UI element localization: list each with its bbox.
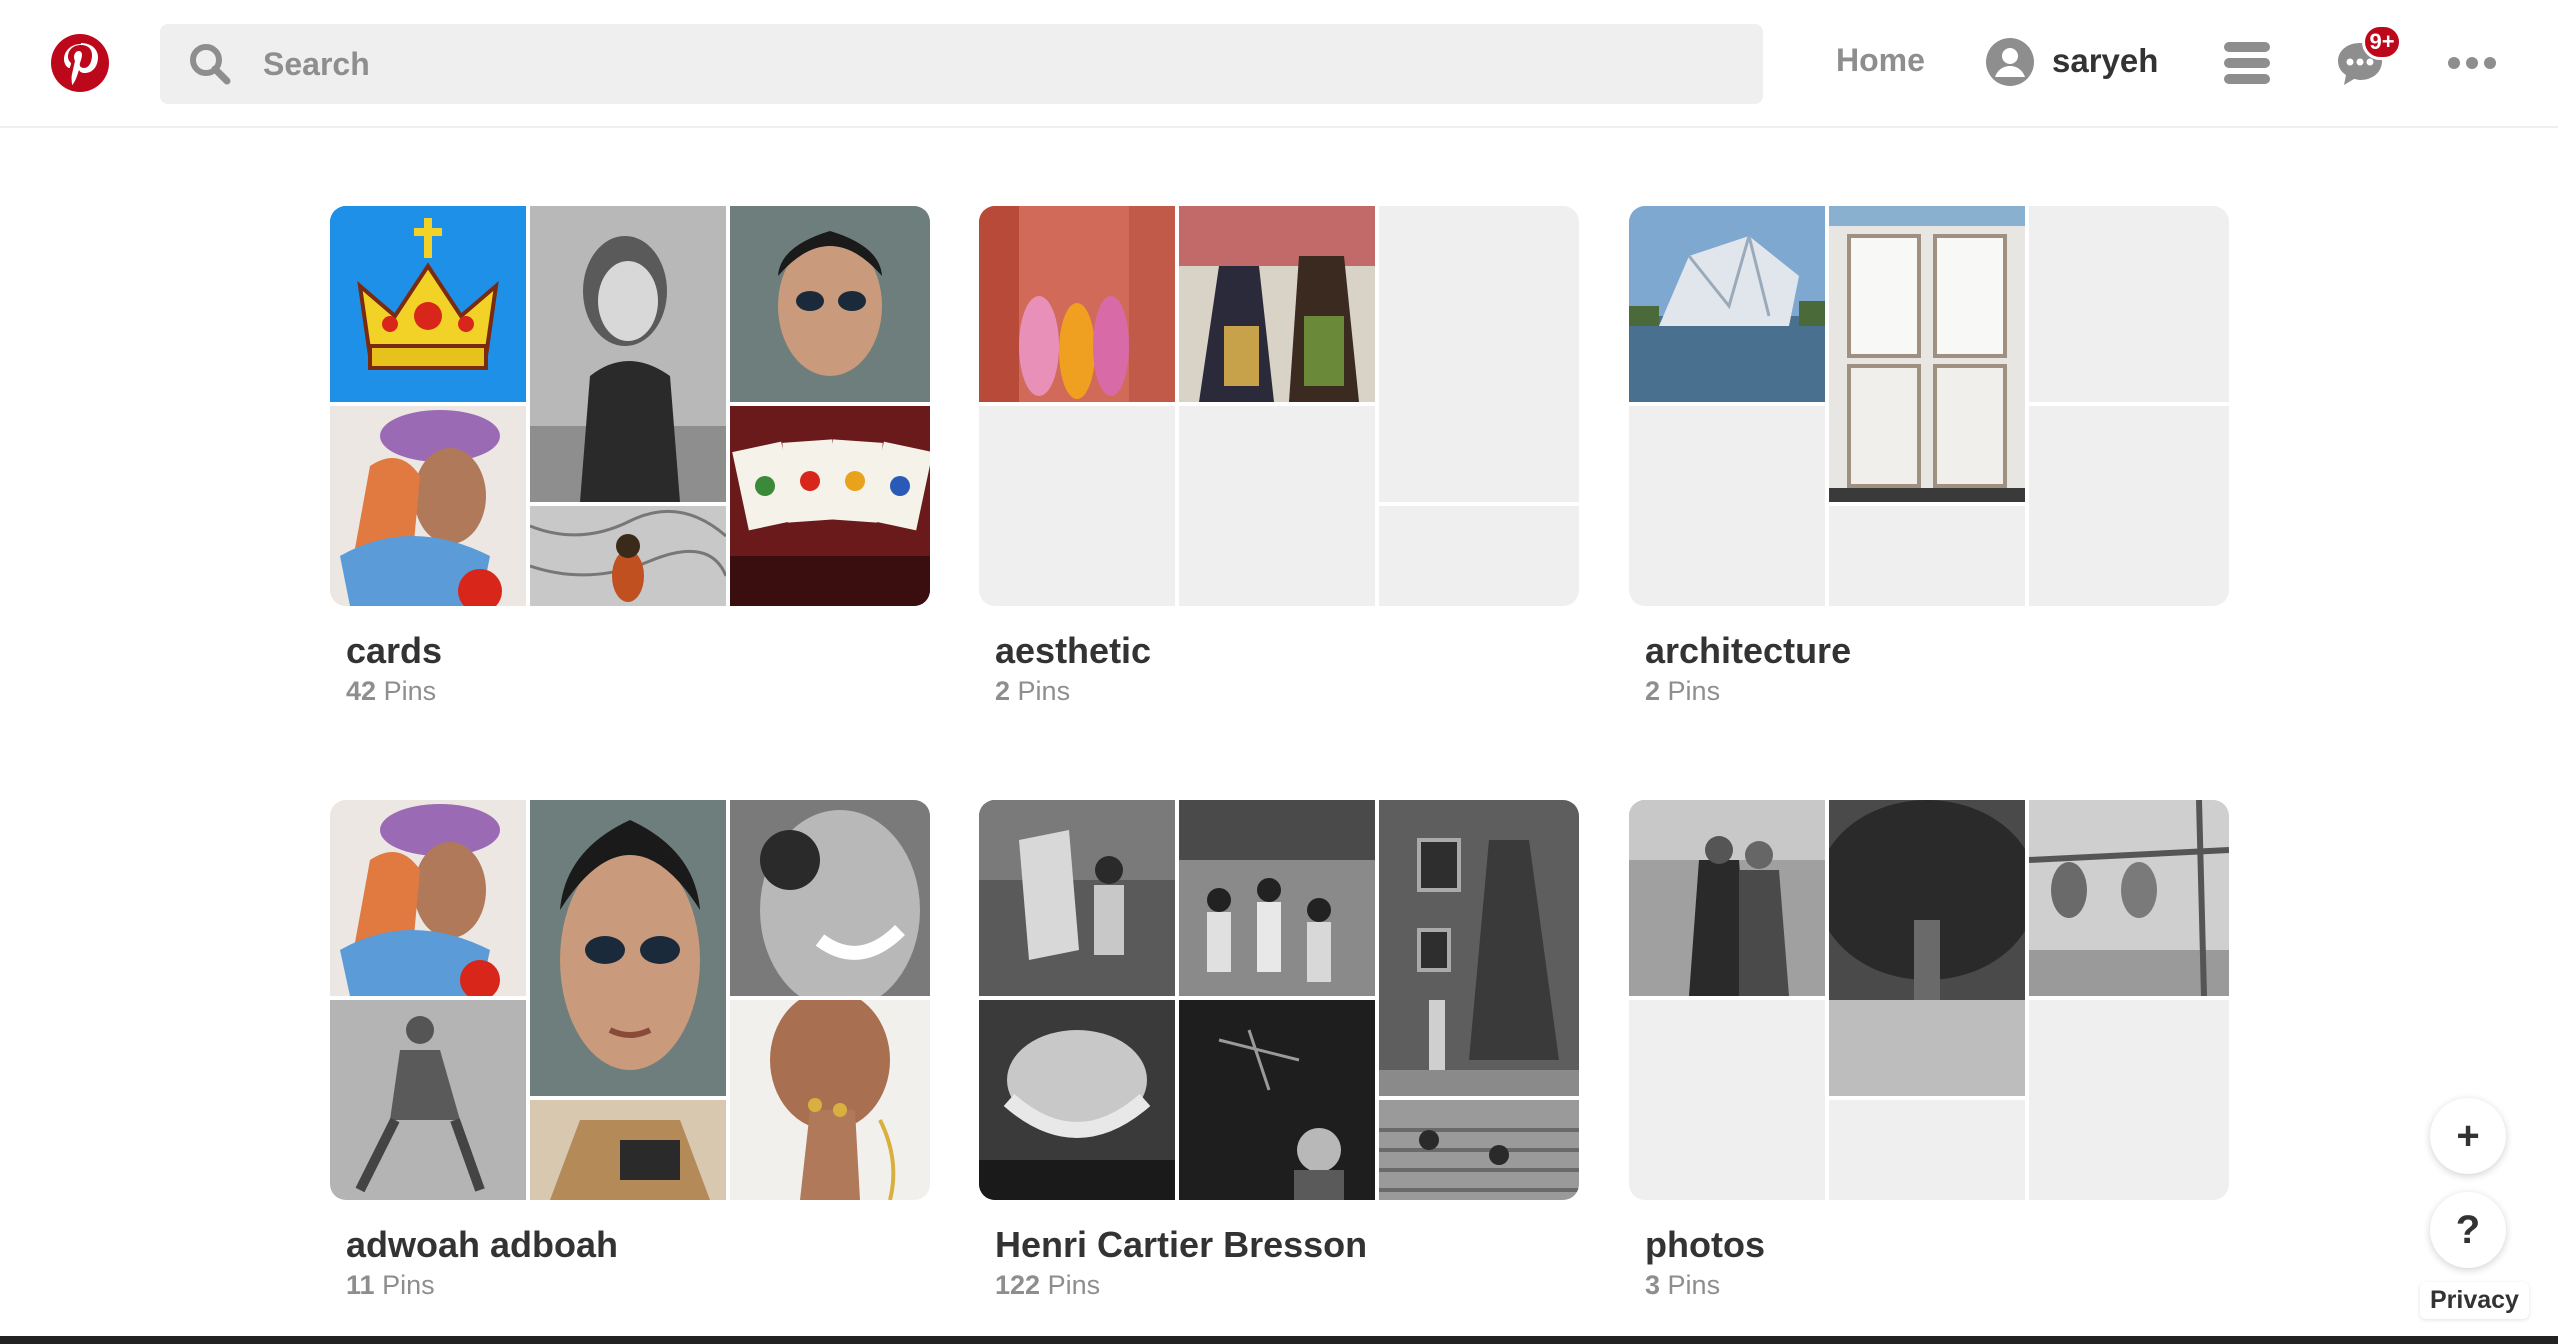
empty-tile [1629,1000,1825,1200]
crown-card-image [330,206,526,402]
bw-stairs-photo-image [1379,1100,1579,1200]
top-navigation-bar: Home saryeh 9+ [0,0,2558,128]
bw-children-photo-image [979,800,1175,996]
bw-museum-photo-image [1379,800,1579,1096]
bw-fence-photo-image [2029,800,2229,996]
board-cover-mosaic[interactable] [330,800,930,1200]
board-pin-count: 2 Pins [995,676,1070,707]
board-title[interactable]: Henri Cartier Bresson [995,1224,1367,1266]
search-bar[interactable] [160,24,1763,104]
empty-tile [1829,506,2025,606]
hand-rings-photo-image [730,1000,930,1200]
board-card-adwoah-adboah[interactable]: adwoah adboah 11 Pins [330,800,930,1300]
board-pin-count: 11 Pins [346,1270,435,1301]
empty-tile [1379,506,1579,606]
model-face-image [530,800,726,1096]
pin-count-label: Pins [1667,676,1721,706]
board-card-henri-cartier-bresson[interactable]: Henri Cartier Bresson 122 Pins [979,800,1579,1300]
tan-jacket-photo-image [530,1100,726,1200]
pin-count-number: 2 [995,676,1011,706]
question-icon: ? [2455,1207,2481,1252]
empty-tile [2029,406,2229,606]
smiling-face-image [730,800,930,996]
empty-tile [1629,406,1825,606]
board-cover-mosaic[interactable] [979,800,1579,1200]
board-title[interactable]: cards [346,630,442,672]
bw-sculpture-photo-image [979,1000,1175,1200]
interior-window-photo-image [1829,206,2025,502]
username-link[interactable]: saryeh [2052,42,2158,80]
board-cover-mosaic[interactable] [979,206,1579,606]
empty-tile [1379,206,1579,502]
model-face-image [730,206,930,402]
privacy-link[interactable]: Privacy [2420,1282,2529,1319]
pin-count-number: 42 [346,676,377,706]
notification-badge: 9+ [2362,24,2402,60]
empty-tile [979,406,1175,606]
board-cover-mosaic[interactable] [1629,800,2229,1200]
playing-cards-image [730,406,930,606]
board-pin-count: 42 Pins [346,676,436,707]
pin-count-label: Pins [1047,1270,1101,1300]
board-cover-mosaic[interactable] [1629,206,2229,606]
plus-icon: + [2456,1113,2480,1158]
bw-tree-photo-image [1829,800,2025,1096]
empty-tile [1829,1100,2025,1200]
board-title[interactable]: adwoah adboah [346,1224,618,1266]
scarf-portrait-image [330,800,526,996]
pin-count-label: Pins [382,1270,435,1300]
boards-menu-icon[interactable] [2222,40,2272,86]
create-pin-button[interactable]: + [2430,1098,2506,1174]
pin-count-number: 2 [1645,676,1661,706]
help-button[interactable]: ? [2430,1192,2506,1268]
search-input[interactable] [263,40,1713,88]
empty-tile [2029,1000,2229,1200]
pink-wall-photo-image [979,206,1175,402]
empty-tile [1179,406,1375,606]
empty-tile [2029,206,2229,402]
bw-kiss-photo-image [1629,800,1825,996]
board-card-aesthetic[interactable]: aesthetic 2 Pins [979,206,1579,706]
pinterest-logo-icon[interactable] [50,33,110,93]
pin-count-number: 122 [995,1270,1041,1300]
search-icon [190,44,231,85]
board-card-photos[interactable]: photos 3 Pins [1629,800,2229,1300]
home-link[interactable]: Home [1836,42,1925,79]
sketch-image [530,506,726,606]
board-card-architecture[interactable]: architecture 2 Pins [1629,206,2229,706]
bw-blackboard-photo-image [1179,1000,1375,1200]
board-pin-count: 3 Pins [1645,1270,1720,1301]
portrait-photo-image [530,206,726,502]
user-avatar-icon[interactable] [1985,37,2035,87]
street-people-photo-image [1179,206,1375,402]
board-pin-count: 122 Pins [995,1270,1100,1301]
board-cover-mosaic[interactable] [330,206,930,606]
board-title[interactable]: aesthetic [995,630,1151,672]
board-pin-count: 2 Pins [1645,676,1720,707]
pin-count-label: Pins [1017,676,1071,706]
more-options-icon[interactable] [2447,54,2497,72]
bw-crowd-photo-image [1179,800,1375,996]
scarf-portrait-image [330,406,526,606]
window-bottom-edge [0,1336,2558,1344]
board-title[interactable]: architecture [1645,630,1851,672]
pin-count-number: 3 [1645,1270,1661,1300]
board-card-cards[interactable]: cards 42 Pins [330,206,930,706]
pin-count-number: 11 [346,1270,375,1300]
board-title[interactable]: photos [1645,1224,1765,1266]
pin-count-label: Pins [1667,1270,1721,1300]
pin-count-label: Pins [383,676,437,706]
dancer-photo-image [330,1000,526,1200]
glass-building-photo-image [1629,206,1825,402]
